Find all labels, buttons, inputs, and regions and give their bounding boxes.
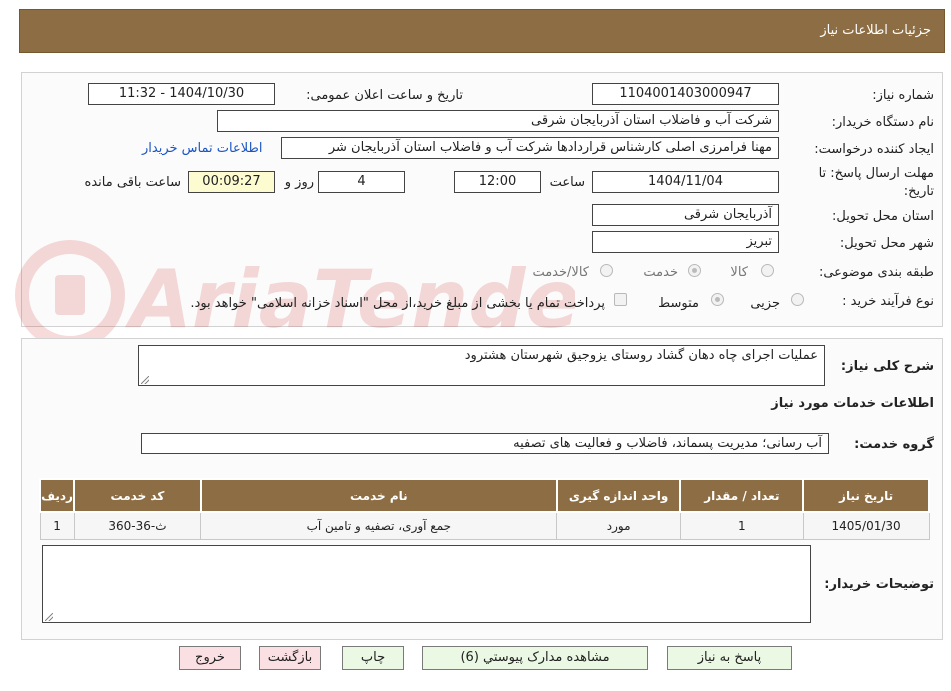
remaining-time-label: ساعت باقی مانده <box>84 175 181 190</box>
category-goods-radio[interactable] <box>761 264 774 277</box>
process-minor-label: جزیی <box>750 296 780 311</box>
buyer-notes-label: توضیحات خریدار: <box>824 577 934 592</box>
delivery-province-field: آذربایجان شرقی <box>592 204 779 226</box>
page-title: جزئیات اطلاعات نیاز <box>820 23 931 38</box>
col-quantity: تعداد / مقدار <box>679 478 805 513</box>
description-textarea[interactable]: عملیات اجرای چاه دهان گشاد روستای یزوجیق… <box>138 345 825 386</box>
buyer-notes-textarea[interactable] <box>42 545 811 623</box>
exit-button[interactable]: خروج <box>179 646 241 670</box>
services-table: تاریخ نیاز تعداد / مقدار واحد اندازه گیر… <box>38 478 930 540</box>
category-service-label: خدمت <box>643 265 678 280</box>
process-medium-label: متوسط <box>658 296 699 311</box>
announce-date-label: تاریخ و ساعت اعلان عمومی: <box>306 88 463 103</box>
resize-grip-icon[interactable] <box>141 376 149 384</box>
delivery-city-field: تبریز <box>592 231 779 253</box>
process-medium-radio[interactable] <box>711 293 724 306</box>
delivery-city-label: شهر محل تحویل: <box>839 236 934 251</box>
buyer-contact-link[interactable]: اطلاعات تماس خریدار <box>142 141 262 156</box>
buyer-org-field: شرکت آب و فاضلاب استان آذربایجان شرقی <box>217 110 779 132</box>
category-goods-service-label: کالا/خدمت <box>532 265 589 280</box>
days-remaining-field: 4 <box>318 171 405 193</box>
services-section-title: اطلاعات خدمات مورد نیاز <box>771 396 934 411</box>
cell-service-name: جمع آوری، تصفیه و تامین آب <box>200 511 558 540</box>
col-row: ردیف <box>38 478 76 513</box>
cell-unit: مورد <box>556 511 681 540</box>
col-need-date: تاریخ نیاز <box>802 478 930 513</box>
deadline-time-label: ساعت <box>549 175 585 190</box>
deadline-time-field: 12:00 <box>454 171 541 193</box>
category-goods-service-radio[interactable] <box>600 264 613 277</box>
deadline-label-date: تاریخ: <box>903 184 934 199</box>
cell-need-date: 1405/01/30 <box>802 511 930 540</box>
view-attachments-button[interactable]: مشاهده مدارک پیوستي (6) <box>422 646 648 670</box>
requester-label: ایجاد کننده درخواست: <box>814 142 934 157</box>
cell-quantity: 1 <box>679 511 804 540</box>
service-group-field: آب رسانی؛ مدیریت پسماند، فاضلاب و فعالیت… <box>141 433 829 454</box>
description-text: عملیات اجرای چاه دهان گشاد روستای یزوجیق… <box>464 348 818 363</box>
category-label: طبقه بندی موضوعی: <box>818 265 934 280</box>
table-header-row: تاریخ نیاز تعداد / مقدار واحد اندازه گیر… <box>38 478 930 513</box>
resize-grip-icon[interactable] <box>45 613 53 621</box>
remaining-time-field: 00:09:27 <box>188 171 275 193</box>
days-label: روز و <box>284 175 314 190</box>
requester-field: مهنا فرامرزی اصلی کارشناس قراردادها شرکت… <box>281 137 779 159</box>
service-group-label: گروه خدمت: <box>854 437 934 452</box>
col-service-code: کد خدمت <box>73 478 202 513</box>
process-type-label: نوع فرآیند خرید : <box>842 294 934 309</box>
page-header: جزئیات اطلاعات نیاز <box>19 9 945 53</box>
cell-row: 1 <box>39 511 75 540</box>
cell-service-code: ث-36-360 <box>73 511 202 540</box>
announce-date-field: 1404/10/30 - 11:32 <box>88 83 275 105</box>
deadline-date-field: 1404/11/04 <box>592 171 779 193</box>
need-number-field: 1104001403000947 <box>592 83 779 105</box>
deadline-label: مهلت ارسال پاسخ: تا <box>818 166 934 181</box>
treasury-note: پرداخت تمام یا بخشی از مبلغ خرید،از محل … <box>190 296 605 311</box>
table-row: 1405/01/30 1 مورد جمع آوری، تصفیه و تامی… <box>39 511 930 540</box>
description-label: شرح کلی نیاز: <box>840 359 934 374</box>
need-number-label: شماره نیاز: <box>872 88 934 103</box>
category-goods-label: کالا <box>730 265 748 280</box>
buyer-org-label: نام دستگاه خریدار: <box>831 115 934 130</box>
category-service-radio[interactable] <box>688 264 701 277</box>
process-minor-radio[interactable] <box>791 293 804 306</box>
delivery-province-label: استان محل تحویل: <box>832 209 934 224</box>
reply-button[interactable]: پاسخ به نیاز <box>667 646 792 670</box>
print-button[interactable]: چاپ <box>342 646 404 670</box>
col-unit: واحد اندازه گیری <box>555 478 682 513</box>
treasury-checkbox[interactable] <box>614 293 627 306</box>
col-service-name: نام خدمت <box>199 478 558 513</box>
back-button[interactable]: بازگشت <box>259 646 321 670</box>
